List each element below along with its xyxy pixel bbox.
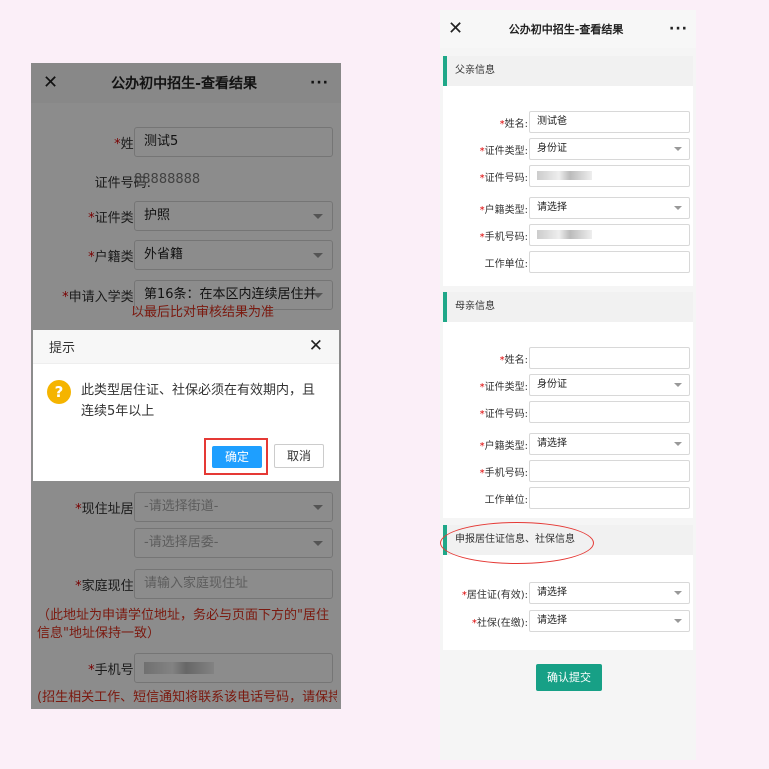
mother-phone-row: *手机号码: <box>443 460 693 482</box>
page-title: 公办初中招生-查看结果 <box>508 23 624 36</box>
mother-card: 母亲信息 *姓名: *证件类型: 身份证 *证件号码: *户籍类型: 请选择 *… <box>443 292 693 518</box>
father-hukou-select[interactable]: 请选择 <box>529 197 690 219</box>
mother-work-label: 工作单位: <box>484 495 528 506</box>
mother-work-row: 工作单位: <box>443 487 693 509</box>
permit-row: *居住证(有效): 请选择 <box>443 582 693 604</box>
mother-hukou-select[interactable]: 请选择 <box>529 433 690 455</box>
father-work-input[interactable] <box>529 251 690 273</box>
nav-bar: ✕ 公办初中招生-查看结果 ··· <box>440 10 696 48</box>
more-icon[interactable]: ··· <box>669 21 688 37</box>
form-body: 父亲信息 *姓名: 测试爸 *证件类型: 身份证 *证件号码: *户籍类型: 请… <box>440 48 696 760</box>
right-phone-screen: ✕ 公办初中招生-查看结果 ··· 父亲信息 *姓名: 测试爸 *证件类型: 身… <box>440 10 696 760</box>
ok-highlight-box: 确定 <box>204 438 268 475</box>
permit-select[interactable]: 请选择 <box>529 582 690 604</box>
mother-id-number-label: 证件号码: <box>484 409 528 420</box>
father-id-type-label: 证件类型: <box>484 146 528 157</box>
father-phone-label: 手机号码: <box>484 232 528 243</box>
confirm-button[interactable]: 确定 <box>212 446 262 468</box>
father-phone-row: *手机号码: <box>443 224 693 246</box>
father-name-label: 姓名: <box>504 119 528 130</box>
father-name-input[interactable]: 测试爸 <box>529 111 690 133</box>
cancel-button[interactable]: 取消 <box>274 444 324 468</box>
father-id-type-select[interactable]: 身份证 <box>529 138 690 160</box>
mother-hukou-row: *户籍类型: 请选择 <box>443 433 693 455</box>
mother-id-type-row: *证件类型: 身份证 <box>443 374 693 396</box>
permit-label: 居住证(有效): <box>466 590 528 601</box>
mother-name-input[interactable] <box>529 347 690 369</box>
mother-phone-label: 手机号码: <box>484 468 528 479</box>
mother-id-number-input[interactable] <box>529 401 690 423</box>
dialog-message: 此类型居住证、社保必须在有效期内，且连续5年以上 <box>81 383 316 419</box>
question-icon: ? <box>47 380 71 404</box>
mother-phone-input[interactable] <box>529 460 690 482</box>
residence-highlight-ellipse <box>440 522 594 564</box>
redacted-id <box>537 170 592 180</box>
mother-id-type-label: 证件类型: <box>484 382 528 393</box>
mother-section-header: 母亲信息 <box>443 292 693 322</box>
submit-button[interactable]: 确认提交 <box>536 664 602 691</box>
father-name-row: *姓名: 测试爸 <box>443 111 693 133</box>
dialog-title: 提示 <box>49 341 76 356</box>
social-security-label: 社保(在缴): <box>476 618 528 629</box>
father-hukou-label: 户籍类型: <box>484 205 528 216</box>
father-phone-input[interactable] <box>529 224 690 246</box>
father-hukou-row: *户籍类型: 请选择 <box>443 197 693 219</box>
mother-id-number-row: *证件号码: <box>443 401 693 423</box>
mother-work-input[interactable] <box>529 487 690 509</box>
father-card: 父亲信息 *姓名: 测试爸 *证件类型: 身份证 *证件号码: *户籍类型: 请… <box>443 56 693 286</box>
father-id-type-row: *证件类型: 身份证 <box>443 138 693 160</box>
dialog-close-icon[interactable]: ✕ <box>309 338 323 355</box>
father-work-label: 工作单位: <box>484 259 528 270</box>
father-id-number-row: *证件号码: <box>443 165 693 187</box>
social-security-select[interactable]: 请选择 <box>529 610 690 632</box>
father-id-number-label: 证件号码: <box>484 173 528 184</box>
mother-id-type-select[interactable]: 身份证 <box>529 374 690 396</box>
alert-dialog: 提示 ✕ ? 此类型居住证、社保必须在有效期内，且连续5年以上 确定 取消 <box>33 330 339 481</box>
father-work-row: 工作单位: <box>443 251 693 273</box>
mother-name-row: *姓名: <box>443 347 693 369</box>
mother-name-label: 姓名: <box>504 355 528 366</box>
father-id-number-input[interactable] <box>529 165 690 187</box>
social-security-row: *社保(在缴): 请选择 <box>443 610 693 632</box>
left-phone-screen: ✕ 公办初中招生-查看结果 ··· *姓名: 测试5 证件号码: 8888888… <box>31 63 341 709</box>
mother-hukou-label: 户籍类型: <box>484 441 528 452</box>
dialog-header: 提示 ✕ <box>33 330 339 364</box>
close-icon[interactable]: ✕ <box>448 20 463 38</box>
father-section-header: 父亲信息 <box>443 56 693 86</box>
redacted-phone <box>537 229 592 239</box>
